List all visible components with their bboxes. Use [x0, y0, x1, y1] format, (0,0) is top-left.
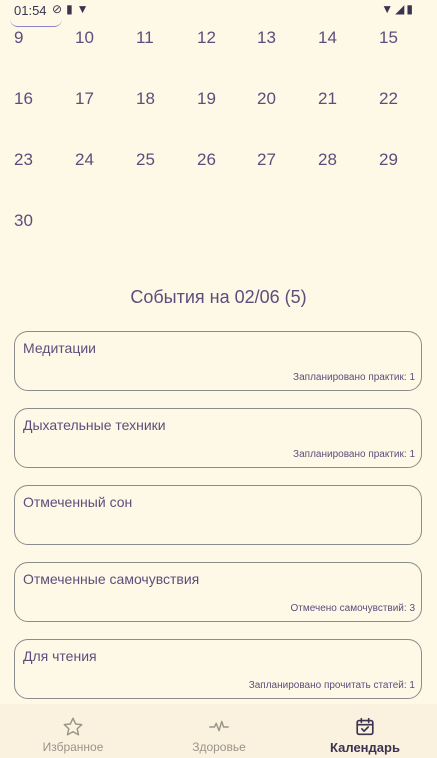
calendar-day[interactable]: 22	[379, 89, 419, 113]
events-title: События на 02/06 (5)	[130, 287, 307, 307]
calendar-day[interactable]: 24	[75, 150, 115, 174]
event-title: Отмеченные самочувствия	[23, 571, 200, 587]
dnd-icon: ⊘	[52, 2, 67, 16]
selected-indicator	[10, 16, 62, 27]
event-card-breathing[interactable]: Дыхательные техники Запланировано практи…	[14, 408, 422, 468]
calendar-day[interactable]: 12	[197, 28, 237, 52]
status-bar: 01:54 ⊘▮▼ ▼◢▮	[0, 0, 437, 22]
calendar-week: 23 24 25 26 27 28 29	[0, 150, 437, 211]
nav-health[interactable]: Здоровье	[146, 704, 292, 758]
calendar-day[interactable]: 20	[257, 89, 297, 113]
calendar-day[interactable]: 28	[318, 150, 358, 174]
calendar-day[interactable]: 30	[14, 211, 54, 235]
nav-calendar-label: Календарь	[330, 740, 400, 755]
nav-health-label: Здоровье	[192, 740, 246, 754]
event-card-wellbeing[interactable]: Отмеченные самочувствия Отмечено самочув…	[14, 562, 422, 622]
calendar-day[interactable]: 19	[197, 89, 237, 113]
event-card-reading[interactable]: Для чтения Запланировано прочитать стате…	[14, 639, 422, 699]
calendar-day[interactable]: 25	[136, 150, 176, 174]
event-title: Для чтения	[23, 648, 97, 664]
calendar-day[interactable]: 27	[257, 150, 297, 174]
wifi-icon: ▼	[381, 2, 396, 16]
calendar-day[interactable]: 14	[318, 28, 358, 52]
event-count: Отмечено самочувствий: 3	[290, 603, 415, 614]
calendar-day[interactable]: 21	[318, 89, 358, 113]
nav-favorites[interactable]: Избранное	[0, 704, 146, 758]
calendar-day[interactable]: 10	[75, 28, 115, 52]
vpn-icon: ▼	[76, 2, 93, 16]
calendar-grid: 9 10 11 12 13 14 15 16 17 18 19 20 21 22…	[0, 28, 437, 272]
calendar-day[interactable]: 26	[197, 150, 237, 174]
calendar-day[interactable]: 17	[75, 89, 115, 113]
sd-card-icon: ▮	[66, 2, 77, 16]
calendar-day[interactable]: 16	[14, 89, 54, 113]
event-count: Запланировано прочитать статей: 1	[248, 680, 415, 691]
calendar-check-icon	[292, 716, 437, 738]
event-title: Дыхательные техники	[23, 417, 166, 433]
nav-calendar[interactable]: Календарь	[292, 704, 437, 758]
event-card-meditation[interactable]: Медитации Запланировано практик: 1	[14, 331, 422, 391]
heartbeat-icon	[146, 716, 292, 738]
calendar-day[interactable]: 9	[14, 28, 54, 52]
calendar-day[interactable]: 15	[379, 28, 419, 52]
calendar-week: 30	[0, 211, 437, 272]
signal-icon: ◢	[395, 2, 407, 16]
star-icon	[0, 716, 146, 738]
status-right-icons: ▼◢▮	[381, 2, 415, 16]
event-title: Медитации	[23, 340, 96, 356]
calendar-day[interactable]: 29	[379, 150, 419, 174]
calendar-day[interactable]: 11	[136, 28, 176, 52]
bottom-navigation: Избранное Здоровье Календарь	[0, 704, 437, 758]
calendar-day[interactable]: 23	[14, 150, 54, 174]
calendar-day[interactable]: 13	[257, 28, 297, 52]
calendar-day[interactable]: 18	[136, 89, 176, 113]
battery-icon: ▮	[406, 2, 415, 16]
nav-favorites-label: Избранное	[42, 740, 104, 754]
event-card-sleep[interactable]: Отмеченный сон	[14, 485, 422, 545]
event-title: Отмеченный сон	[23, 494, 133, 510]
status-left-icons: ⊘▮▼	[52, 2, 93, 16]
event-count: Запланировано практик: 1	[293, 372, 415, 383]
calendar-week: 9 10 11 12 13 14 15	[0, 28, 437, 89]
calendar-week: 16 17 18 19 20 21 22	[0, 89, 437, 150]
event-count: Запланировано практик: 1	[293, 449, 415, 460]
